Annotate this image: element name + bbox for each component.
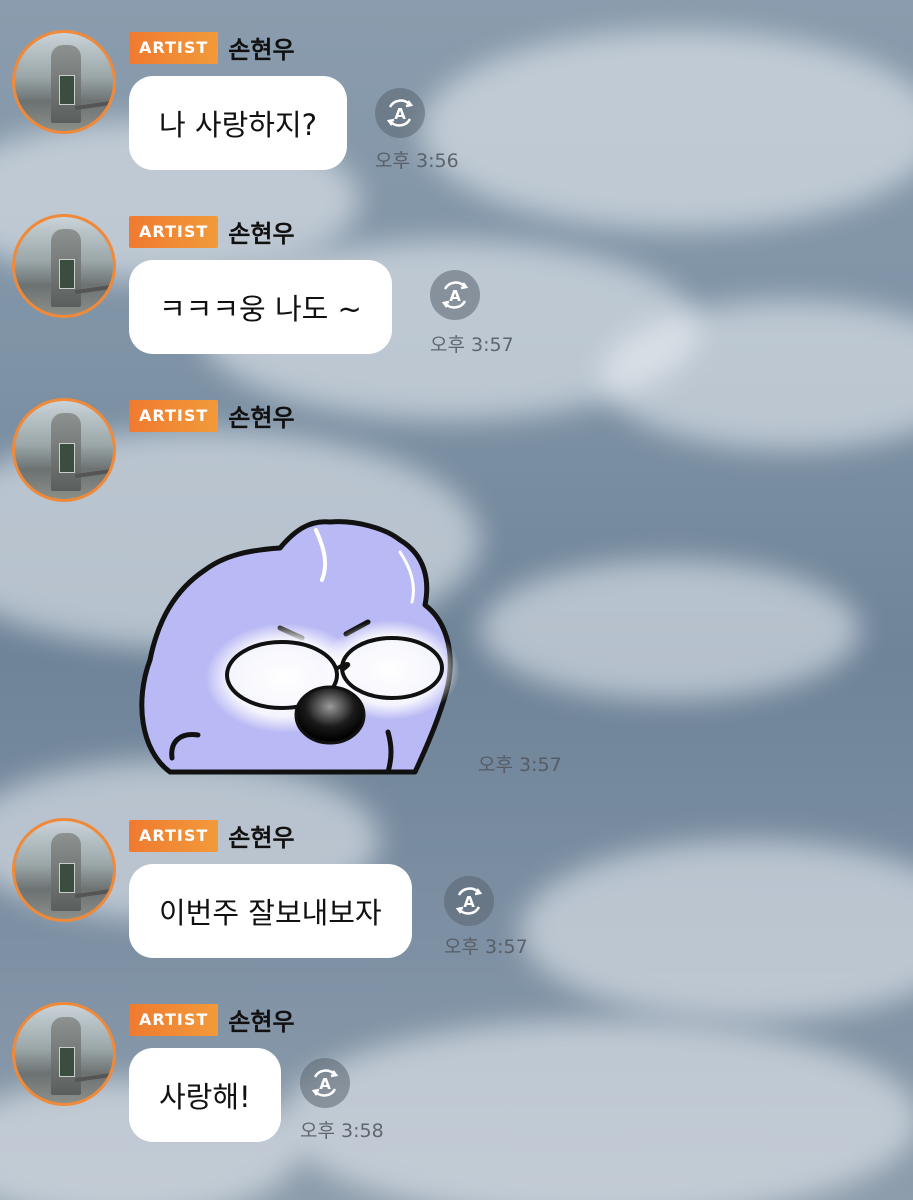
- message-header: ARTIST 손현우: [129, 398, 295, 433]
- svg-text:A: A: [449, 287, 461, 305]
- sender-name: 손현우: [228, 36, 295, 64]
- translate-button[interactable]: A: [300, 1058, 350, 1108]
- avatar[interactable]: [12, 214, 116, 318]
- message-time: 오후 3:56: [375, 150, 459, 172]
- message-header: ARTIST 손현우: [129, 818, 295, 853]
- message-bubble[interactable]: 나 사랑하지?: [129, 76, 348, 170]
- message-bubble[interactable]: ㅋㅋㅋ웅 나도 ~: [129, 260, 392, 354]
- avatar[interactable]: [12, 1002, 116, 1106]
- message-text: 이번주 잘보내보자: [159, 896, 382, 930]
- translate-button[interactable]: A: [430, 270, 480, 320]
- message-header: ARTIST 손현우: [129, 214, 295, 249]
- message-item: ARTIST 손현우 사랑해! A 오후 3:58: [0, 972, 913, 1162]
- sender-name: 손현우: [228, 1008, 295, 1036]
- artist-badge: ARTIST: [129, 1003, 219, 1036]
- sunglasses-bunny-sticker[interactable]: [130, 510, 460, 780]
- translate-icon: A: [455, 887, 483, 915]
- translate-icon: A: [311, 1069, 339, 1097]
- translate-icon: A: [441, 281, 469, 309]
- avatar[interactable]: [12, 30, 116, 134]
- message-bubble[interactable]: 이번주 잘보내보자: [129, 864, 412, 958]
- avatar[interactable]: [12, 818, 116, 922]
- message-text: ㅋㅋㅋ웅 나도 ~: [159, 292, 362, 326]
- message-time: 오후 3:57: [444, 936, 528, 958]
- message-header: ARTIST 손현우: [129, 30, 295, 65]
- artist-badge: ARTIST: [129, 399, 219, 432]
- translate-button[interactable]: A: [444, 876, 494, 926]
- message-item: ARTIST 손현우 나 사랑하지? A 오후 3:56: [0, 0, 913, 190]
- artist-badge: ARTIST: [129, 31, 219, 64]
- svg-text:A: A: [463, 893, 475, 911]
- artist-badge: ARTIST: [129, 215, 219, 248]
- message-bubble[interactable]: 사랑해!: [129, 1048, 281, 1142]
- sender-name: 손현우: [228, 220, 295, 248]
- message-text: 사랑해!: [159, 1080, 251, 1114]
- translate-button[interactable]: A: [375, 88, 425, 138]
- sender-name: 손현우: [228, 404, 295, 432]
- sender-name: 손현우: [228, 824, 295, 852]
- message-item: ARTIST 손현우 이번주 잘보내보자 A 오후 3:57: [0, 788, 913, 978]
- message-time: 오후 3:58: [300, 1120, 384, 1142]
- message-time: 오후 3:57: [478, 754, 562, 776]
- message-header: ARTIST 손현우: [129, 1002, 295, 1037]
- artist-badge: ARTIST: [129, 819, 219, 852]
- avatar[interactable]: [12, 398, 116, 502]
- svg-text:A: A: [319, 1075, 331, 1093]
- translate-icon: A: [386, 99, 414, 127]
- message-time: 오후 3:57: [430, 334, 514, 356]
- message-item: ARTIST 손현우 ㅋㅋㅋ웅 나도 ~ A 오후 3:57: [0, 184, 913, 374]
- svg-text:A: A: [394, 105, 406, 123]
- message-text: 나 사랑하지?: [159, 108, 318, 142]
